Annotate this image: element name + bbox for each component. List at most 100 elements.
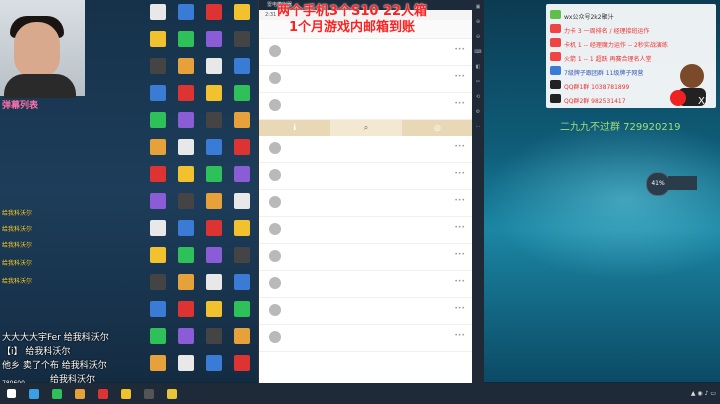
info-tab[interactable]: ℹ (259, 120, 330, 136)
volume-icon[interactable]: ♪ (705, 390, 709, 397)
sidebar-tool-icon[interactable]: ⋯ (473, 124, 483, 135)
desktop-file-icon[interactable] (230, 85, 254, 102)
list-item[interactable]: ••• (259, 298, 473, 325)
list-item[interactable]: ••• (259, 163, 473, 190)
desktop-file-icon[interactable] (146, 166, 170, 183)
desktop-file-icon[interactable] (202, 139, 226, 156)
desktop-file-icon[interactable] (230, 247, 254, 264)
desktop-file-icon[interactable] (230, 112, 254, 129)
notification-icon[interactable]: ▭ (710, 390, 716, 397)
desktop-file-icon[interactable] (174, 301, 198, 318)
more-icon[interactable]: ••• (454, 170, 465, 177)
desktop-file-icon[interactable] (202, 193, 226, 210)
taskbar-app[interactable] (95, 385, 114, 402)
desktop-file-icon[interactable] (146, 220, 170, 237)
taskbar-app[interactable] (26, 385, 45, 402)
emulator-window[interactable]: 雷电模拟器 2:31 ••• ••• ••• ℹ ⌕ ◎ ••• ••• •••… (258, 0, 474, 384)
desktop-file-icon[interactable] (146, 193, 170, 210)
taskbar-app[interactable] (118, 385, 137, 402)
desktop-file-icon[interactable] (174, 193, 198, 210)
list-item[interactable]: ••• (259, 136, 473, 163)
desktop-file-icon[interactable] (174, 328, 198, 345)
desktop-file-icon[interactable] (230, 166, 254, 183)
list-item[interactable]: ••• (259, 93, 473, 120)
desktop-file-icon[interactable] (202, 274, 226, 291)
desktop-file-icon[interactable] (146, 355, 170, 372)
desktop-file-icon[interactable] (174, 58, 198, 75)
sidebar-tool-icon[interactable]: ⌨ (473, 49, 483, 60)
desktop-file-icon[interactable] (146, 4, 170, 21)
list-item[interactable]: ••• (259, 39, 473, 66)
sidebar-tool-icon[interactable]: ⚙ (473, 109, 483, 120)
desktop-file-icon[interactable] (202, 166, 226, 183)
desktop-file-icon[interactable] (230, 301, 254, 318)
more-icon[interactable]: ••• (454, 305, 465, 312)
more-icon[interactable]: ••• (454, 143, 465, 150)
taskbar-app[interactable] (164, 385, 183, 402)
desktop-file-icon[interactable] (202, 112, 226, 129)
desktop-file-icon[interactable] (174, 85, 198, 102)
desktop-file-icon[interactable] (174, 220, 198, 237)
desktop-file-icon[interactable] (202, 355, 226, 372)
network-icon[interactable]: ◉ (697, 390, 702, 397)
more-icon[interactable]: ••• (454, 224, 465, 231)
desktop-file-icon[interactable] (174, 355, 198, 372)
list-item[interactable]: ••• (259, 217, 473, 244)
emulator-sidebar: ▣ ⊕ ⊖ ⌨ ◧ ✂ ⟲ ⚙ ⋯ (472, 0, 484, 384)
sidebar-tool-icon[interactable]: ✂ (473, 79, 483, 90)
list-item[interactable]: ••• (259, 325, 473, 352)
desktop-file-icon[interactable] (174, 139, 198, 156)
more-icon[interactable]: ••• (454, 251, 465, 258)
desktop-file-icon[interactable] (230, 274, 254, 291)
search-tab[interactable]: ⌕ (330, 120, 402, 136)
list-item[interactable]: ••• (259, 66, 473, 93)
desktop-file-icon[interactable] (174, 274, 198, 291)
desktop-file-icon[interactable] (174, 166, 198, 183)
more-icon[interactable]: ••• (454, 46, 465, 53)
desktop-file-icon[interactable] (230, 220, 254, 237)
desktop-file-icon[interactable] (146, 58, 170, 75)
desktop-file-icon[interactable] (174, 4, 198, 21)
desktop-file-icon[interactable] (146, 247, 170, 264)
sidebar-tool-icon[interactable]: ⟲ (473, 94, 483, 105)
danmaku-line: 给我科沃尔 (2, 210, 33, 217)
more-icon[interactable]: ••• (454, 278, 465, 285)
desktop-file-icon[interactable] (146, 328, 170, 345)
desktop-file-icon[interactable] (230, 58, 254, 75)
desktop-file-icon[interactable] (202, 85, 226, 102)
svg-text:XI: XI (698, 96, 708, 107)
desktop-file-icon[interactable] (146, 112, 170, 129)
list-item[interactable]: ••• (259, 271, 473, 298)
desktop-file-icon[interactable] (202, 301, 226, 318)
sidebar-tool-icon[interactable]: ◧ (473, 64, 483, 75)
desktop-file-icon[interactable] (230, 193, 254, 210)
desktop-file-icon[interactable] (174, 112, 198, 129)
desktop-file-icon[interactable] (146, 31, 170, 48)
desktop-file-icon[interactable] (174, 247, 198, 264)
settings-tab[interactable]: ◎ (402, 120, 473, 136)
desktop-file-icon[interactable] (230, 139, 254, 156)
desktop-file-icon[interactable] (202, 328, 226, 345)
start-button[interactable] (4, 385, 22, 402)
desktop-file-icon[interactable] (202, 220, 226, 237)
desktop-file-icon[interactable] (202, 58, 226, 75)
list-item[interactable]: ••• (259, 190, 473, 217)
tray-icon[interactable]: ▲ (691, 390, 696, 397)
list-item[interactable]: ••• (259, 244, 473, 271)
more-icon[interactable]: ••• (454, 332, 465, 339)
more-icon[interactable]: ••• (454, 197, 465, 204)
more-icon[interactable]: ••• (454, 73, 465, 80)
more-icon[interactable]: ••• (454, 100, 465, 107)
file-icon (178, 166, 194, 182)
desktop-file-icon[interactable] (174, 31, 198, 48)
taskbar-app[interactable] (49, 385, 68, 402)
taskbar-app[interactable] (72, 385, 91, 402)
taskbar-app[interactable] (141, 385, 160, 402)
desktop-file-icon[interactable] (146, 139, 170, 156)
desktop-file-icon[interactable] (202, 247, 226, 264)
desktop-file-icon[interactable] (146, 301, 170, 318)
desktop-file-icon[interactable] (146, 274, 170, 291)
desktop-file-icon[interactable] (146, 85, 170, 102)
desktop-file-icon[interactable] (230, 355, 254, 372)
desktop-file-icon[interactable] (230, 328, 254, 345)
